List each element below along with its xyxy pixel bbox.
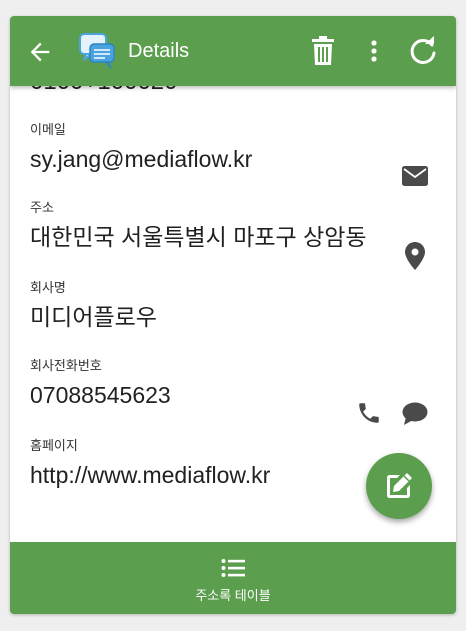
clipped-phone-value: 0100+100020 <box>30 86 178 96</box>
message-bubble-icon[interactable] <box>402 402 428 426</box>
app-window: Details 0100+100020 이메일 sy.jang <box>10 16 456 614</box>
envelope-icon[interactable] <box>402 166 428 186</box>
email-label: 이메일 <box>30 122 66 137</box>
chat-bubbles-icon <box>79 33 115 69</box>
page-title: Details <box>128 40 190 62</box>
more-vertical-icon[interactable] <box>362 36 386 66</box>
app-bar: Details <box>10 16 456 86</box>
company-phone-label: 회사전화번호 <box>30 358 102 373</box>
refresh-icon[interactable] <box>408 36 438 66</box>
map-pin-icon[interactable] <box>405 242 425 270</box>
company-field: 회사명 미디어플로우 <box>30 280 440 332</box>
company-label: 회사명 <box>30 280 66 295</box>
address-label: 주소 <box>30 200 54 215</box>
phone-icon[interactable] <box>356 400 382 426</box>
address-field: 주소 대한민국 서울특별시 마포구 상암동 <box>30 200 440 252</box>
bottom-nav-label: 주소록 테이블 <box>195 588 271 603</box>
address-value[interactable]: 대한민국 서울특별시 마포구 상암동 <box>30 222 440 252</box>
bottom-nav[interactable]: 주소록 테이블 <box>10 542 456 614</box>
list-icon <box>221 559 245 577</box>
company-value[interactable]: 미디어플로우 <box>30 302 440 332</box>
trash-icon[interactable] <box>310 36 336 66</box>
email-value[interactable]: sy.jang@mediaflow.kr <box>30 144 440 174</box>
edit-icon <box>387 473 412 498</box>
edit-fab-button[interactable] <box>366 453 432 519</box>
back-arrow-icon[interactable] <box>26 38 54 66</box>
homepage-label: 홈페이지 <box>30 438 78 453</box>
clipped-phone-actions-icon <box>355 86 435 92</box>
email-field: 이메일 sy.jang@mediaflow.kr <box>30 122 440 174</box>
